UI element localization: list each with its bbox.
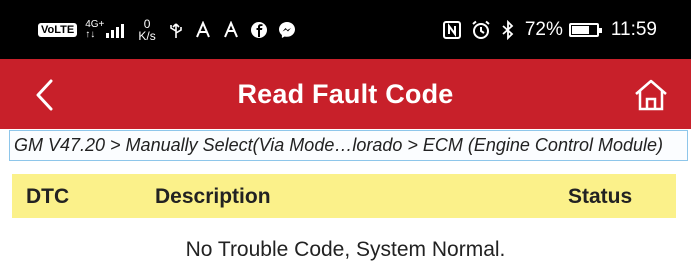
- volte-icon: VoLTE: [38, 22, 78, 37]
- battery-icon: [568, 22, 602, 37]
- network-speed-unit: K/s: [138, 28, 156, 43]
- breadcrumb: GM V47.20 > Manually Select(Via Mode…lor…: [9, 130, 688, 161]
- network-speed: 0 K/s: [138, 18, 155, 42]
- location-icon: [195, 20, 210, 37]
- clock: 11:59: [610, 18, 657, 40]
- status-message: No Trouble Code, System Normal.: [185, 238, 506, 261]
- usb-icon: [169, 22, 182, 38]
- network-speed-value: 0: [143, 16, 151, 31]
- page-title: Read Fault Code: [237, 79, 454, 109]
- battery-level: [571, 25, 589, 34]
- alarm-icon: [472, 20, 490, 39]
- app-bar: Read Fault Code: [0, 59, 691, 129]
- home-button[interactable]: [631, 75, 671, 115]
- status-bar: VoLTE 4G+ ↑↓ 0 K/s 72% 11:59: [0, 0, 691, 59]
- column-header-description: Description: [155, 185, 271, 208]
- table-header: DTC Description Status: [12, 174, 676, 218]
- messenger-icon: [278, 21, 295, 38]
- network-sub-label: ↑↓: [85, 28, 96, 40]
- network-type: 4G+ ↑↓: [85, 18, 105, 40]
- column-header-dtc: DTC: [26, 185, 70, 208]
- home-icon: [635, 79, 667, 111]
- facebook-icon: [250, 21, 267, 38]
- column-header-status: Status: [568, 185, 633, 208]
- bluetooth-icon: [502, 19, 514, 40]
- network-type-label: 4G+: [85, 18, 105, 30]
- status-bar-right: 72% 11:59: [442, 0, 657, 59]
- status-bar-left: VoLTE 4G+ ↑↓ 0 K/s: [38, 0, 306, 59]
- signal-icon: [106, 22, 125, 38]
- location-icon: [223, 20, 238, 37]
- battery-percent: 72%: [524, 18, 563, 40]
- nfc-icon: [442, 20, 461, 39]
